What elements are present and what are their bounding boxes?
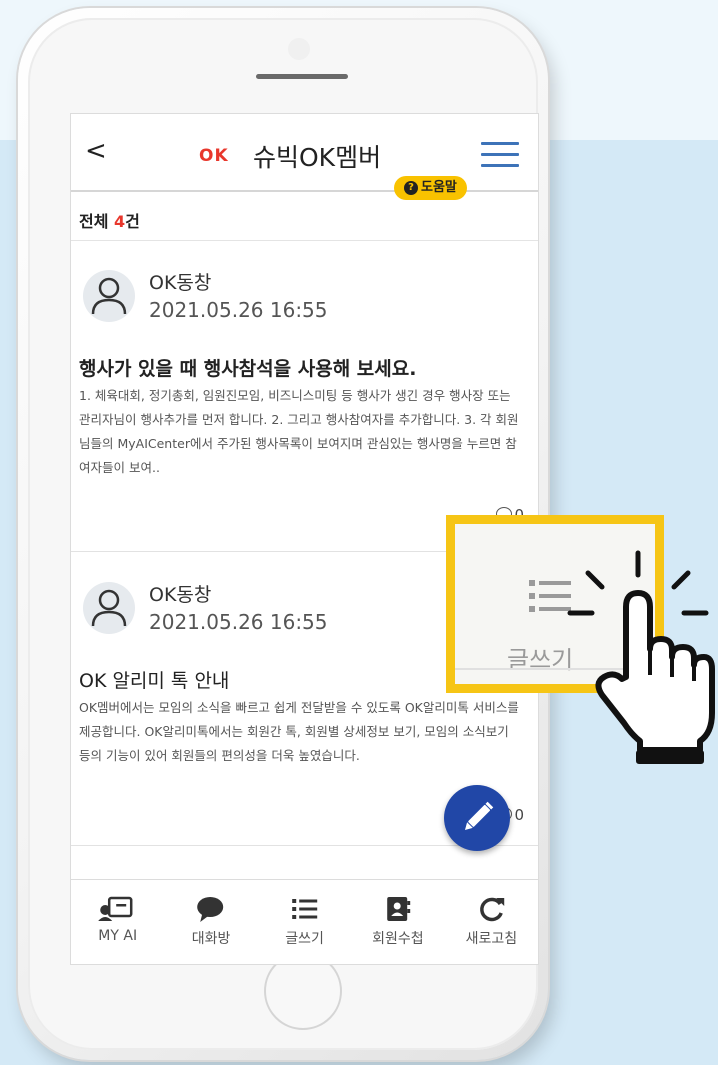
write-fab-button[interactable] <box>444 785 510 851</box>
user-icon <box>91 277 127 315</box>
nav-label: MY AI <box>98 928 138 944</box>
back-button[interactable]: < <box>85 136 107 166</box>
page-title: 슈빅OK멤버 <box>253 143 382 172</box>
list-item[interactable]: OK동창 2021.05.26 16:55 행사가 있을 때 행사참석을 사용해… <box>71 242 538 548</box>
post-title[interactable]: 행사가 있을 때 행사참석을 사용해 보세요. <box>79 354 416 381</box>
comment-count-value: 0 <box>514 806 524 824</box>
pencil-icon <box>464 801 494 831</box>
post-count-row: 전체 4건 <box>71 192 538 241</box>
help-button[interactable]: ? 도움말 <box>394 176 467 200</box>
help-label: 도움말 <box>421 180 457 195</box>
post-date: 2021.05.26 16:55 <box>149 298 328 322</box>
nav-item-refresh[interactable]: 새로고침 <box>445 880 538 958</box>
nav-label: 새로고침 <box>465 931 518 947</box>
post-excerpt: 1. 체육대회, 정기총회, 임원진모임, 비즈니스미팅 등 행사가 생긴 경우… <box>79 388 519 475</box>
ok-logo: OK <box>199 146 229 166</box>
post-author: OK동창 <box>149 584 212 606</box>
avatar <box>83 582 135 634</box>
nav-item-member-book[interactable]: 회원수첩 <box>351 880 444 958</box>
speaker-grille <box>256 74 348 79</box>
post-count: 전체 4건 <box>79 208 140 232</box>
total-count: 4 <box>114 212 126 231</box>
nav-item-write[interactable]: 글쓰기 <box>258 880 351 958</box>
post-title[interactable]: OK 알리미 톡 안내 <box>79 666 229 693</box>
nav-item-my-ai[interactable]: MY AI <box>71 880 164 958</box>
bottom-nav: MY AI 대화방 글쓰기 회원수첩 새로고침 <box>71 879 538 958</box>
question-icon: ? <box>404 181 418 195</box>
app-bar: < OK 슈빅OK멤버 <box>71 114 538 192</box>
count-suffix: 건 <box>125 212 140 231</box>
total-label: 전체 <box>79 212 109 231</box>
chat-bubble-icon <box>197 897 224 922</box>
post-date: 2021.05.26 16:55 <box>149 610 328 634</box>
post-author: OK동창 <box>149 272 212 294</box>
user-icon <box>91 589 127 627</box>
nav-label: 대화방 <box>191 931 231 947</box>
nav-item-chat[interactable]: 대화방 <box>164 880 257 958</box>
contact-book-icon <box>387 897 411 921</box>
pointing-hand-icon <box>567 550 715 764</box>
camera-dot <box>288 38 310 60</box>
hamburger-menu-icon[interactable] <box>481 142 519 168</box>
avatar <box>83 270 135 322</box>
refresh-icon <box>479 897 504 922</box>
post-excerpt: OK멤버에서는 모임의 소식을 빠르고 쉽게 전달받을 수 있도록 OK알리미톡… <box>79 700 519 763</box>
list-icon <box>292 899 318 919</box>
profile-card-icon <box>98 896 133 921</box>
nav-label: 회원수첩 <box>372 931 424 947</box>
nav-label: 글쓰기 <box>285 931 324 947</box>
